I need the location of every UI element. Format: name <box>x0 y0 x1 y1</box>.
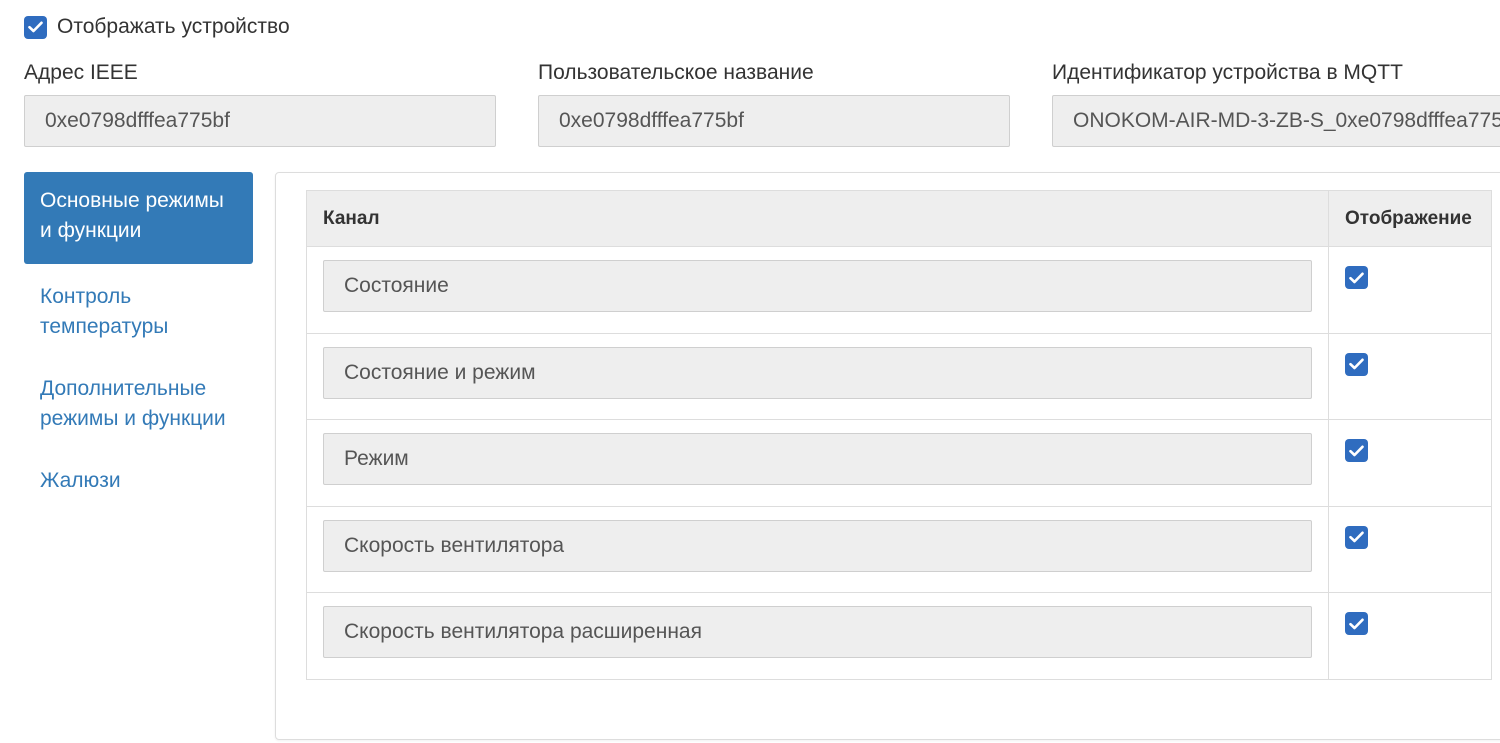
ieee-address-input[interactable]: 0xe0798dfffea775bf <box>24 95 496 147</box>
show-device-label: Отображать устройство <box>57 15 290 38</box>
mqtt-id-group: Идентификатор устройства в MQTT ONOKOM-A… <box>1052 60 1500 147</box>
mqtt-id-input[interactable]: ONOKOM-AIR-MD-3-ZB-S_0xe0798dfffea775bf <box>1052 95 1500 147</box>
channel-display-cell <box>1328 332 1492 420</box>
checkbox-checked-icon[interactable] <box>1345 439 1368 462</box>
channel-display-cell <box>1328 505 1492 593</box>
checkbox-checked-icon[interactable] <box>1345 266 1368 289</box>
channel-display-cell <box>1328 419 1492 507</box>
table-row: Состояние и режим <box>306 332 1492 420</box>
channels-table: Канал Отображение Состояние Состояние и … <box>306 190 1492 680</box>
channel-name-input[interactable]: Состояние и режим <box>323 346 1312 399</box>
settings-sidebar: Основные режимы и функции Контроль темпе… <box>24 172 253 514</box>
custom-name-label: Пользовательское название <box>538 61 814 84</box>
channel-name-cell: Скорость вентилятора расширенная <box>306 592 1329 680</box>
channel-name-input[interactable]: Режим <box>323 433 1312 485</box>
custom-name-group: Пользовательское название 0xe0798dfffea7… <box>538 60 1010 147</box>
checkbox-checked-icon[interactable] <box>1345 525 1368 549</box>
sidebar-item-louvers[interactable]: Жалюзи <box>24 452 253 510</box>
channel-name-input[interactable]: Скорость вентилятора расширенная <box>323 606 1312 658</box>
show-device-toggle[interactable]: Отображать устройство <box>24 14 290 40</box>
channel-name-cell: Скорость вентилятора <box>306 505 1329 593</box>
table-row: Скорость вентилятора <box>306 505 1492 593</box>
channel-display-cell <box>1328 246 1492 334</box>
channel-display-cell <box>1328 592 1492 680</box>
device-settings-page: Отображать устройство Адрес IEEE 0xe0798… <box>0 0 1500 743</box>
mqtt-id-label: Идентификатор устройства в MQTT <box>1052 61 1403 84</box>
table-row: Состояние <box>306 246 1492 334</box>
channel-name-input[interactable]: Скорость вентилятора <box>323 519 1312 572</box>
channel-name-cell: Состояние <box>306 246 1329 334</box>
column-header-channel: Канал <box>306 190 1329 247</box>
checkbox-checked-icon[interactable] <box>24 15 47 39</box>
checkbox-checked-icon[interactable] <box>1345 352 1368 376</box>
table-row: Режим <box>306 419 1492 507</box>
ieee-address-group: Адрес IEEE 0xe0798dfffea775bf <box>24 60 496 147</box>
sidebar-item-main-modes[interactable]: Основные режимы и функции <box>24 172 253 264</box>
table-header-row: Канал Отображение <box>306 190 1492 247</box>
ieee-address-label: Адрес IEEE <box>24 61 138 84</box>
checkbox-checked-icon[interactable] <box>1345 612 1368 635</box>
custom-name-input[interactable]: 0xe0798dfffea775bf <box>538 95 1010 147</box>
sidebar-item-additional-modes[interactable]: Дополнительные режимы и функции <box>24 360 253 448</box>
sidebar-item-temperature-control[interactable]: Контроль температуры <box>24 268 253 356</box>
column-header-display: Отображение <box>1328 190 1492 247</box>
channel-name-cell: Режим <box>306 419 1329 507</box>
channel-name-cell: Состояние и режим <box>306 332 1329 420</box>
channel-name-input[interactable]: Состояние <box>323 260 1312 312</box>
table-row: Скорость вентилятора расширенная <box>306 592 1492 680</box>
